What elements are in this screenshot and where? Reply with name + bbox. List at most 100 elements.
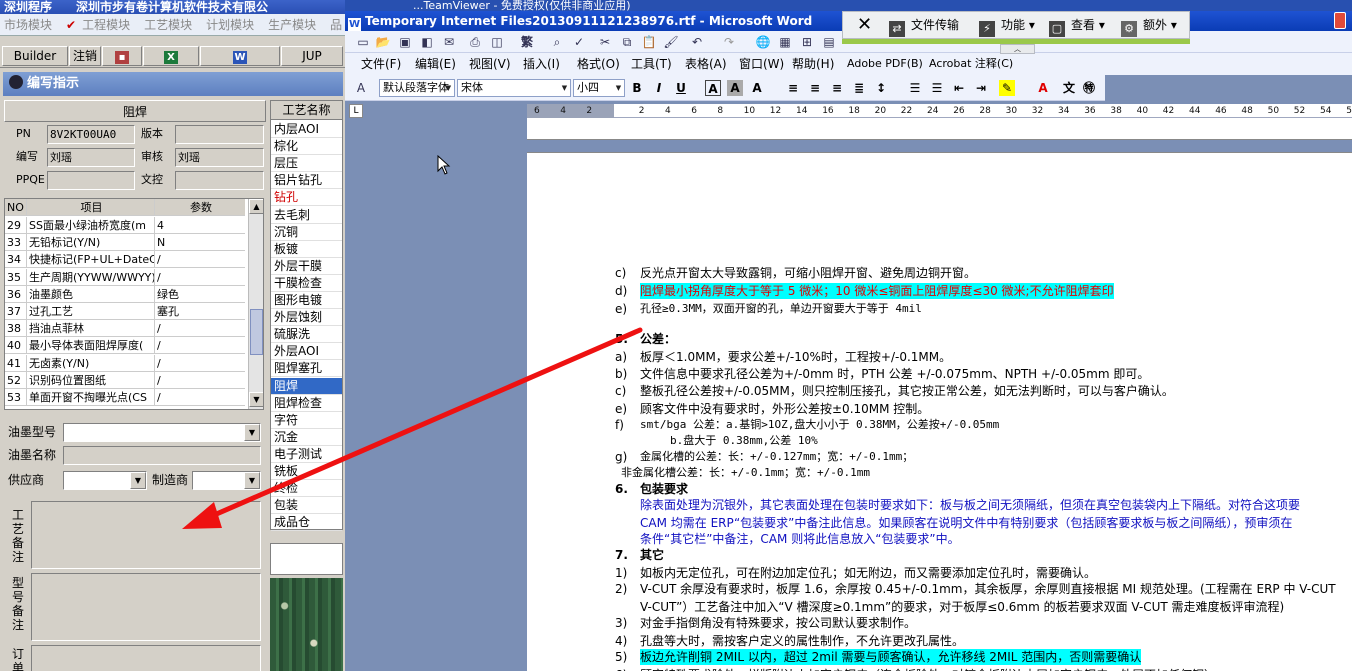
version-field[interactable] bbox=[175, 125, 264, 144]
process-item[interactable]: 图形电镀 bbox=[271, 292, 342, 309]
menu-help[interactable]: 帮助(H) bbox=[792, 53, 834, 75]
process-item[interactable]: 沉铜 bbox=[271, 224, 342, 241]
save-icon[interactable]: ▣ bbox=[397, 34, 413, 50]
table-row[interactable]: 38 挡油点菲林 / bbox=[5, 320, 245, 338]
document-page[interactable]: c) 反光点开窗太大导致露铜，可缩小阻焊开窗、避免周边铜开窗。 d) 阻焊最小拐角厚度… bbox=[527, 152, 1352, 671]
menu-table[interactable]: 表格(A) bbox=[685, 53, 727, 75]
styles-pane-icon[interactable]: A bbox=[353, 80, 369, 96]
numbering-icon[interactable]: ☰ bbox=[907, 80, 923, 96]
permission-icon[interactable]: ◧ bbox=[419, 34, 435, 50]
menu-edit[interactable]: 编辑(E) bbox=[415, 53, 456, 75]
traditional-chinese-icon[interactable]: 繁 bbox=[517, 34, 537, 50]
table-row[interactable]: 33 无铅标记(Y/N) N bbox=[5, 234, 245, 252]
builder-button[interactable]: Builder bbox=[2, 46, 68, 66]
order-note-field[interactable] bbox=[31, 645, 261, 671]
process-item[interactable]: 阻焊塞孔 bbox=[271, 360, 342, 378]
open-folder-icon[interactable]: 📂 bbox=[375, 34, 391, 50]
close-window-button[interactable] bbox=[1334, 12, 1346, 29]
file-transfer-button[interactable]: ⇄ 文件传输 bbox=[889, 12, 959, 38]
char-scaling-icon[interactable]: A bbox=[749, 80, 765, 96]
process-item[interactable]: 外层AOI bbox=[271, 343, 342, 361]
process-item[interactable]: 层压 bbox=[271, 155, 342, 173]
scroll-down-icon[interactable]: ▼ bbox=[249, 392, 263, 407]
process-note-field[interactable] bbox=[31, 501, 261, 569]
menu-adobe-pdf[interactable]: Adobe PDF(B) bbox=[847, 53, 923, 75]
reviewer-field[interactable]: 刘瑶 bbox=[175, 148, 264, 167]
table-row[interactable]: 41 无卤素(Y/N) / bbox=[5, 354, 245, 372]
table-row[interactable]: 35 生产周期(YYWW/WWYY) / bbox=[5, 268, 245, 286]
extra-button[interactable]: ⚙ 额外 ▾ bbox=[1121, 12, 1177, 38]
align-center-icon[interactable]: ≡ bbox=[807, 80, 823, 96]
line-spacing-icon[interactable]: ↕ bbox=[873, 80, 889, 96]
bullets-icon[interactable]: ☰ bbox=[929, 80, 945, 96]
font-size-select[interactable]: 小四 ▼ bbox=[573, 79, 625, 97]
tab-stop-selector[interactable]: L bbox=[349, 104, 363, 118]
font-select[interactable]: 宋体 ▼ bbox=[457, 79, 571, 97]
menu-plan[interactable]: 计划模块 bbox=[206, 14, 254, 35]
process-item[interactable]: 电子测试 bbox=[271, 446, 342, 463]
document-body[interactable]: c) 反光点开窗太大导致露铜，可缩小阻焊开窗、避免周边铜开窗。 d) 阻焊最小拐角厚度… bbox=[527, 153, 1352, 671]
menu-quality[interactable]: 品 bbox=[330, 14, 342, 35]
process-item[interactable]: 铝片钻孔 bbox=[271, 172, 342, 190]
italic-icon[interactable]: I bbox=[651, 80, 667, 96]
logout-button[interactable]: 注销 bbox=[69, 46, 101, 66]
menu-engineering[interactable]: 工程模块 bbox=[82, 14, 130, 35]
teamviewer-collapse-grip[interactable]: ︿ bbox=[1000, 44, 1035, 54]
table-row[interactable]: 29 SS面最小绿油桥宽度(m 4 bbox=[5, 217, 245, 234]
jup-button[interactable]: JUP bbox=[281, 46, 343, 66]
tables-borders-icon[interactable]: ▦ bbox=[777, 34, 793, 50]
print-preview-icon[interactable]: ◫ bbox=[489, 34, 505, 50]
research-icon[interactable]: ⌕ bbox=[549, 34, 565, 50]
process-item[interactable]: 阻焊检查 bbox=[271, 395, 342, 412]
process-item[interactable]: 内层AOI bbox=[271, 121, 342, 138]
scroll-thumb[interactable] bbox=[250, 309, 263, 355]
menu-insert[interactable]: 插入(I) bbox=[523, 53, 560, 75]
style-select[interactable]: 默认段落字体 ▼ bbox=[379, 79, 455, 97]
table-row[interactable]: 37 过孔工艺 塞孔 bbox=[5, 303, 245, 320]
excel-button[interactable]: X bbox=[143, 46, 199, 66]
copy-icon[interactable]: ⧉ bbox=[619, 34, 635, 50]
table-row[interactable]: 52 识别码位置图纸 / bbox=[5, 371, 245, 389]
underline-icon[interactable]: U bbox=[673, 80, 689, 96]
process-item[interactable]: 外层蚀刻 bbox=[271, 309, 342, 327]
doc-check-field[interactable] bbox=[175, 171, 264, 190]
menu-market[interactable]: 市场模块 bbox=[4, 14, 52, 35]
insert-excel-icon[interactable]: ▤ bbox=[821, 34, 837, 50]
grid-scrollbar[interactable]: ▲ ▼ bbox=[248, 199, 263, 409]
cut-icon[interactable]: ✂ bbox=[597, 34, 613, 50]
ink-name-field[interactable] bbox=[63, 446, 261, 465]
menu-acrobat-comments[interactable]: Acrobat 注释(C) bbox=[929, 53, 1013, 75]
decrease-indent-icon[interactable]: ⇤ bbox=[951, 80, 967, 96]
process-item[interactable]: 去毛刺 bbox=[271, 207, 342, 224]
align-left-icon[interactable]: ≡ bbox=[785, 80, 801, 96]
phonetic-guide-icon[interactable]: 文 bbox=[1061, 80, 1077, 96]
char-border-icon[interactable]: A bbox=[705, 80, 721, 96]
font-color-icon[interactable]: A bbox=[1035, 80, 1051, 96]
exit-button[interactable]: ▪ bbox=[102, 46, 142, 66]
menu-tools[interactable]: 工具(T) bbox=[631, 53, 672, 75]
print-icon[interactable]: ⎙ bbox=[467, 34, 483, 50]
menu-production[interactable]: 生产模块 bbox=[268, 14, 316, 35]
writer-field[interactable]: 刘瑶 bbox=[47, 148, 135, 167]
justify-icon[interactable]: ≣ bbox=[851, 80, 867, 96]
process-item[interactable]: 终检 bbox=[271, 480, 342, 498]
supplier-select[interactable]: ▼ bbox=[63, 471, 147, 490]
new-doc-icon[interactable]: ▭ bbox=[355, 34, 371, 50]
format-painter-icon[interactable]: 🖌 bbox=[663, 34, 679, 50]
close-icon[interactable]: ✕ bbox=[857, 12, 872, 38]
menu-view[interactable]: 视图(V) bbox=[469, 53, 511, 75]
view-button[interactable]: ▢ 查看 ▾ bbox=[1049, 12, 1105, 38]
process-item[interactable]: 外层干膜 bbox=[271, 258, 342, 275]
process-item[interactable]: 钻孔 bbox=[271, 189, 342, 207]
spelling-icon[interactable]: ✓ bbox=[571, 34, 587, 50]
hyperlink-icon[interactable]: 🌐 bbox=[755, 34, 771, 50]
process-item[interactable]: 包装 bbox=[271, 497, 342, 515]
process-item[interactable]: 硫脲洗 bbox=[271, 326, 342, 344]
highlight-icon[interactable]: ✎ bbox=[999, 80, 1015, 96]
process-item[interactable]: 棕化 bbox=[271, 138, 342, 156]
menu-window[interactable]: 窗口(W) bbox=[739, 53, 784, 75]
process-item[interactable]: 成品仓 bbox=[271, 514, 342, 532]
menu-process[interactable]: 工艺模块 bbox=[144, 14, 192, 35]
bold-icon[interactable]: B bbox=[629, 80, 645, 96]
process-item[interactable]: 板镀 bbox=[271, 241, 342, 258]
